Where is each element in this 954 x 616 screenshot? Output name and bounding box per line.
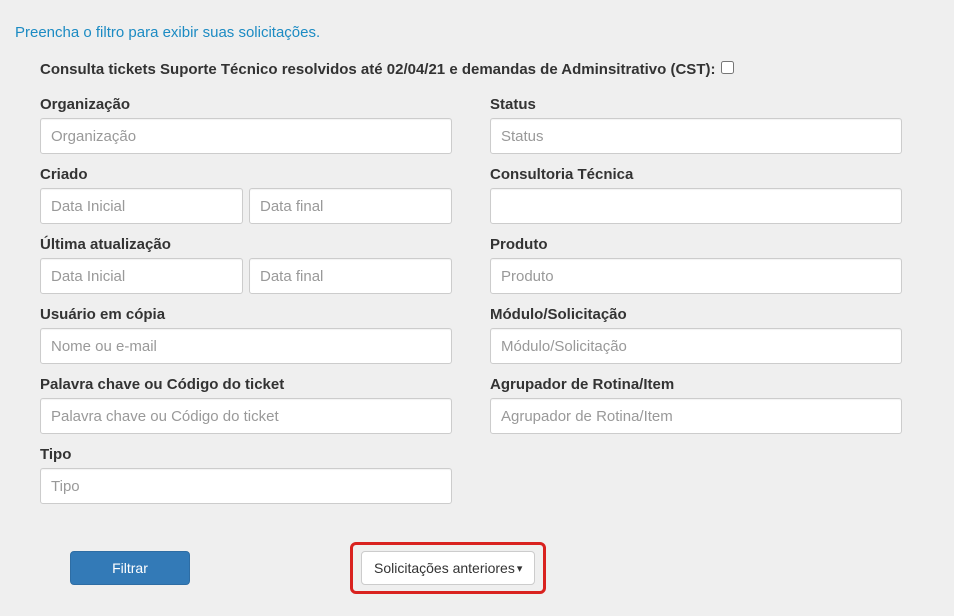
- field-tipo: Tipo: [40, 446, 452, 504]
- input-atual-start[interactable]: [40, 258, 243, 294]
- input-produto[interactable]: [490, 258, 902, 294]
- input-status[interactable]: [490, 118, 902, 154]
- label-usuario-copia: Usuário em cópia: [40, 306, 452, 323]
- input-criado-start[interactable]: [40, 188, 243, 224]
- field-agrupador: Agrupador de Rotina/Item: [490, 376, 902, 434]
- filter-grid: Organização Criado Última atualização Us…: [40, 96, 954, 516]
- filtrar-button[interactable]: Filtrar: [70, 551, 190, 585]
- input-usuario-copia[interactable]: [40, 328, 452, 364]
- label-modulo: Módulo/Solicitação: [490, 306, 902, 323]
- label-consultoria: Consultoria Técnica: [490, 166, 902, 183]
- cst-row: Consulta tickets Suporte Técnico resolvi…: [40, 61, 954, 78]
- label-agrupador: Agrupador de Rotina/Item: [490, 376, 902, 393]
- label-palavra-chave: Palavra chave ou Código do ticket: [40, 376, 452, 393]
- field-palavra-chave: Palavra chave ou Código do ticket: [40, 376, 452, 434]
- label-produto: Produto: [490, 236, 902, 253]
- solicitacoes-anteriores-label: Solicitações anteriores: [374, 560, 515, 576]
- field-organizacao: Organização: [40, 96, 452, 154]
- field-modulo: Módulo/Solicitação: [490, 306, 902, 364]
- actions-row: Filtrar Solicitações anteriores ▾: [40, 542, 954, 614]
- filter-panel: Consulta tickets Suporte Técnico resolvi…: [0, 41, 954, 614]
- solicitacoes-anteriores-button[interactable]: Solicitações anteriores ▾: [361, 551, 535, 585]
- input-modulo[interactable]: [490, 328, 902, 364]
- input-tipo[interactable]: [40, 468, 452, 504]
- label-organizacao: Organização: [40, 96, 452, 113]
- input-organizacao[interactable]: [40, 118, 452, 154]
- field-produto: Produto: [490, 236, 902, 294]
- cst-checkbox[interactable]: [721, 61, 734, 74]
- label-ultima-atualizacao: Última atualização: [40, 236, 452, 253]
- chevron-down-icon: ▾: [517, 562, 523, 575]
- field-status: Status: [490, 96, 902, 154]
- input-atual-end[interactable]: [249, 258, 452, 294]
- field-usuario-copia: Usuário em cópia: [40, 306, 452, 364]
- field-ultima-atualizacao: Última atualização: [40, 236, 452, 294]
- label-status: Status: [490, 96, 902, 113]
- input-palavra-chave[interactable]: [40, 398, 452, 434]
- input-consultoria[interactable]: [490, 188, 902, 224]
- input-criado-end[interactable]: [249, 188, 452, 224]
- label-tipo: Tipo: [40, 446, 452, 463]
- input-agrupador[interactable]: [490, 398, 902, 434]
- field-criado: Criado: [40, 166, 452, 224]
- cst-label: Consulta tickets Suporte Técnico resolvi…: [40, 61, 715, 78]
- left-column: Organização Criado Última atualização Us…: [40, 96, 452, 516]
- highlight-box: Solicitações anteriores ▾: [350, 542, 546, 594]
- label-criado: Criado: [40, 166, 452, 183]
- field-consultoria: Consultoria Técnica: [490, 166, 902, 224]
- hint-text: Preencha o filtro para exibir suas solic…: [0, 0, 954, 41]
- right-column: Status Consultoria Técnica Produto Módul…: [490, 96, 902, 516]
